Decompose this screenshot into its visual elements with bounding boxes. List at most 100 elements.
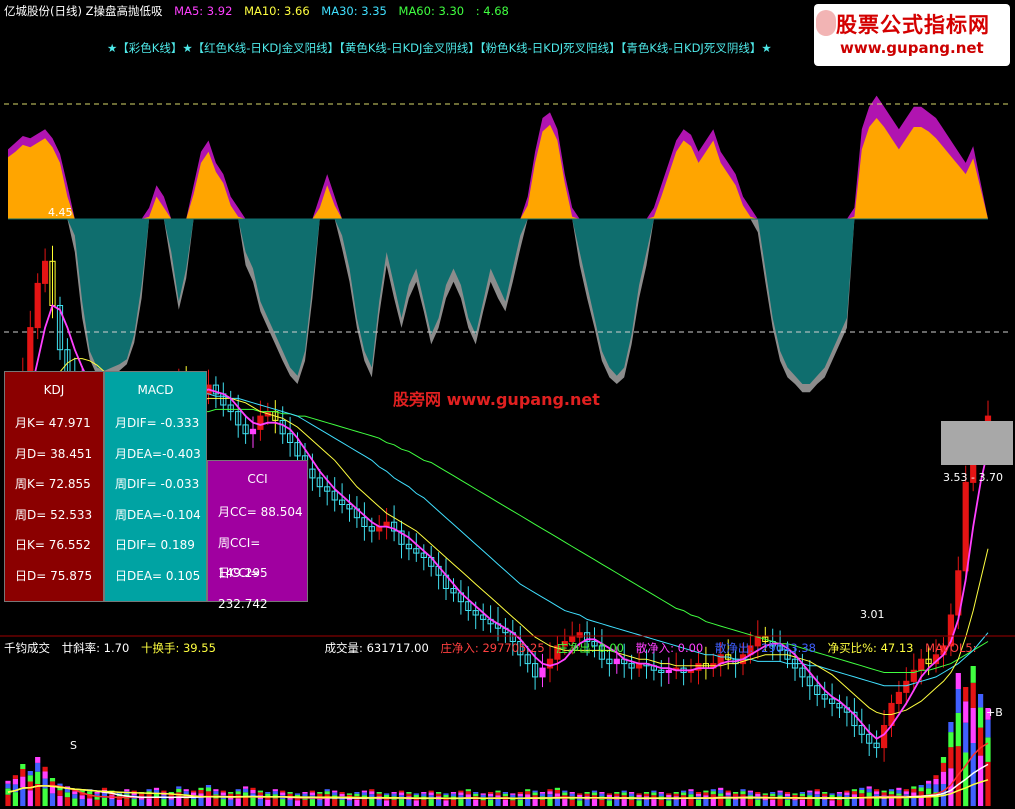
volume-bar (488, 792, 494, 794)
volume-bar (814, 789, 820, 792)
volume-bar (911, 797, 917, 806)
candle-body (881, 725, 888, 749)
site-logo: 股票公式指标网 www.gupang.net (814, 4, 1010, 66)
vol-main-in: 庄净入: 297705.25 (440, 641, 545, 655)
volume-bar (584, 792, 590, 794)
volume-bar (985, 719, 991, 738)
volume-bar (874, 789, 880, 792)
volume-bar (205, 785, 212, 788)
volume-bar (35, 762, 41, 772)
volume-bar (257, 799, 263, 806)
volume-bar (762, 800, 768, 806)
volume-bar (807, 792, 813, 796)
volume-bar (191, 790, 197, 793)
candle-body (613, 658, 620, 665)
volume-bar (577, 800, 583, 806)
volume-bar (510, 793, 516, 795)
volume-bar (502, 792, 508, 794)
cci-row: 周CCI= 149.295 (218, 535, 268, 581)
volume-bar (577, 794, 583, 798)
volume-bar (450, 793, 457, 797)
volume-bar (970, 666, 976, 683)
macd-panel: MACD 月DIF= -0.333 月DEA=-0.403 周DIF= -0.0… (104, 371, 207, 602)
logo-mark-icon (816, 10, 836, 36)
volume-bar (309, 799, 315, 806)
volume-bar (413, 793, 419, 795)
volume-bar (784, 792, 791, 794)
volume-bar (651, 799, 657, 806)
volume-bar (406, 793, 412, 797)
volume-bar (948, 722, 954, 733)
volume-bar (903, 789, 909, 792)
volume-bar (361, 792, 367, 796)
volume-bar (161, 799, 167, 806)
volume-bar (228, 793, 234, 797)
volume-bar (20, 776, 26, 788)
volume-bar (79, 795, 85, 800)
volume-bar (27, 771, 33, 776)
volume-bar (235, 789, 241, 792)
volume-bar (517, 799, 523, 806)
volume-bar (547, 791, 553, 795)
band-teal-area (8, 219, 988, 384)
volume-header: 千钧成交 廿斜率: 1.70 十换手: 39.55 成交量: 631717.00… (4, 640, 985, 656)
volume-bar (243, 786, 249, 789)
volume-bar (747, 799, 753, 806)
volume-bar (235, 791, 241, 795)
volume-bar (20, 787, 26, 806)
volume-bar (599, 792, 605, 794)
volume-bar (280, 799, 286, 806)
volume-bar (621, 790, 627, 793)
volume-bar (205, 796, 212, 806)
volume-bar (124, 798, 130, 806)
volume-bar (176, 797, 182, 806)
volume-bar (213, 791, 219, 795)
volume-bar (525, 789, 531, 792)
volume-bar (213, 789, 219, 792)
volume-bar (510, 800, 516, 806)
volume-bar (280, 792, 286, 796)
cci-title: CCI (247, 472, 268, 486)
volume-bar (391, 792, 397, 794)
volume-bar (376, 792, 382, 794)
volume-bar (27, 790, 33, 807)
volume-bar (888, 791, 895, 795)
volume-bar (317, 799, 323, 806)
volume-bar (747, 790, 753, 793)
volume-bar (369, 798, 375, 806)
volume-bar (287, 799, 293, 806)
cci-panel: CCI 月CC= 88.504 周CCI= 149.295 日CCI= 232.… (207, 460, 308, 611)
volume-bar (829, 794, 835, 798)
kdj-row: 日D= 75.875 (15, 568, 93, 583)
candle-body (918, 658, 925, 671)
volume-bar (116, 799, 122, 806)
volume-bar (844, 790, 850, 793)
volume-bar (146, 798, 152, 806)
volume-bar (443, 800, 449, 806)
volume-bar (139, 793, 145, 797)
volume-bar (866, 786, 872, 789)
volume-bar (643, 793, 650, 797)
volume-bar (970, 708, 976, 743)
volume-bar (339, 792, 345, 794)
volume-bar (458, 799, 464, 806)
volume-bar (495, 792, 501, 796)
volume-bar (12, 778, 18, 785)
volume-bar (20, 764, 26, 769)
volume-bar (532, 792, 538, 796)
volume-bar (168, 799, 174, 806)
volume-bar (317, 792, 323, 794)
volume-bar (673, 793, 679, 797)
volume-bar (948, 747, 954, 769)
volume-bar (49, 786, 56, 794)
volume-bar (881, 790, 887, 793)
volume-bar (599, 799, 605, 806)
volume-bar (64, 792, 70, 798)
volume-bar (718, 797, 724, 806)
volume-bar (673, 792, 679, 794)
volume-bar (658, 799, 664, 806)
volume-bar (822, 792, 828, 794)
volume-bar (465, 789, 471, 792)
volume-bar (354, 793, 360, 797)
volume-bar (844, 792, 850, 796)
